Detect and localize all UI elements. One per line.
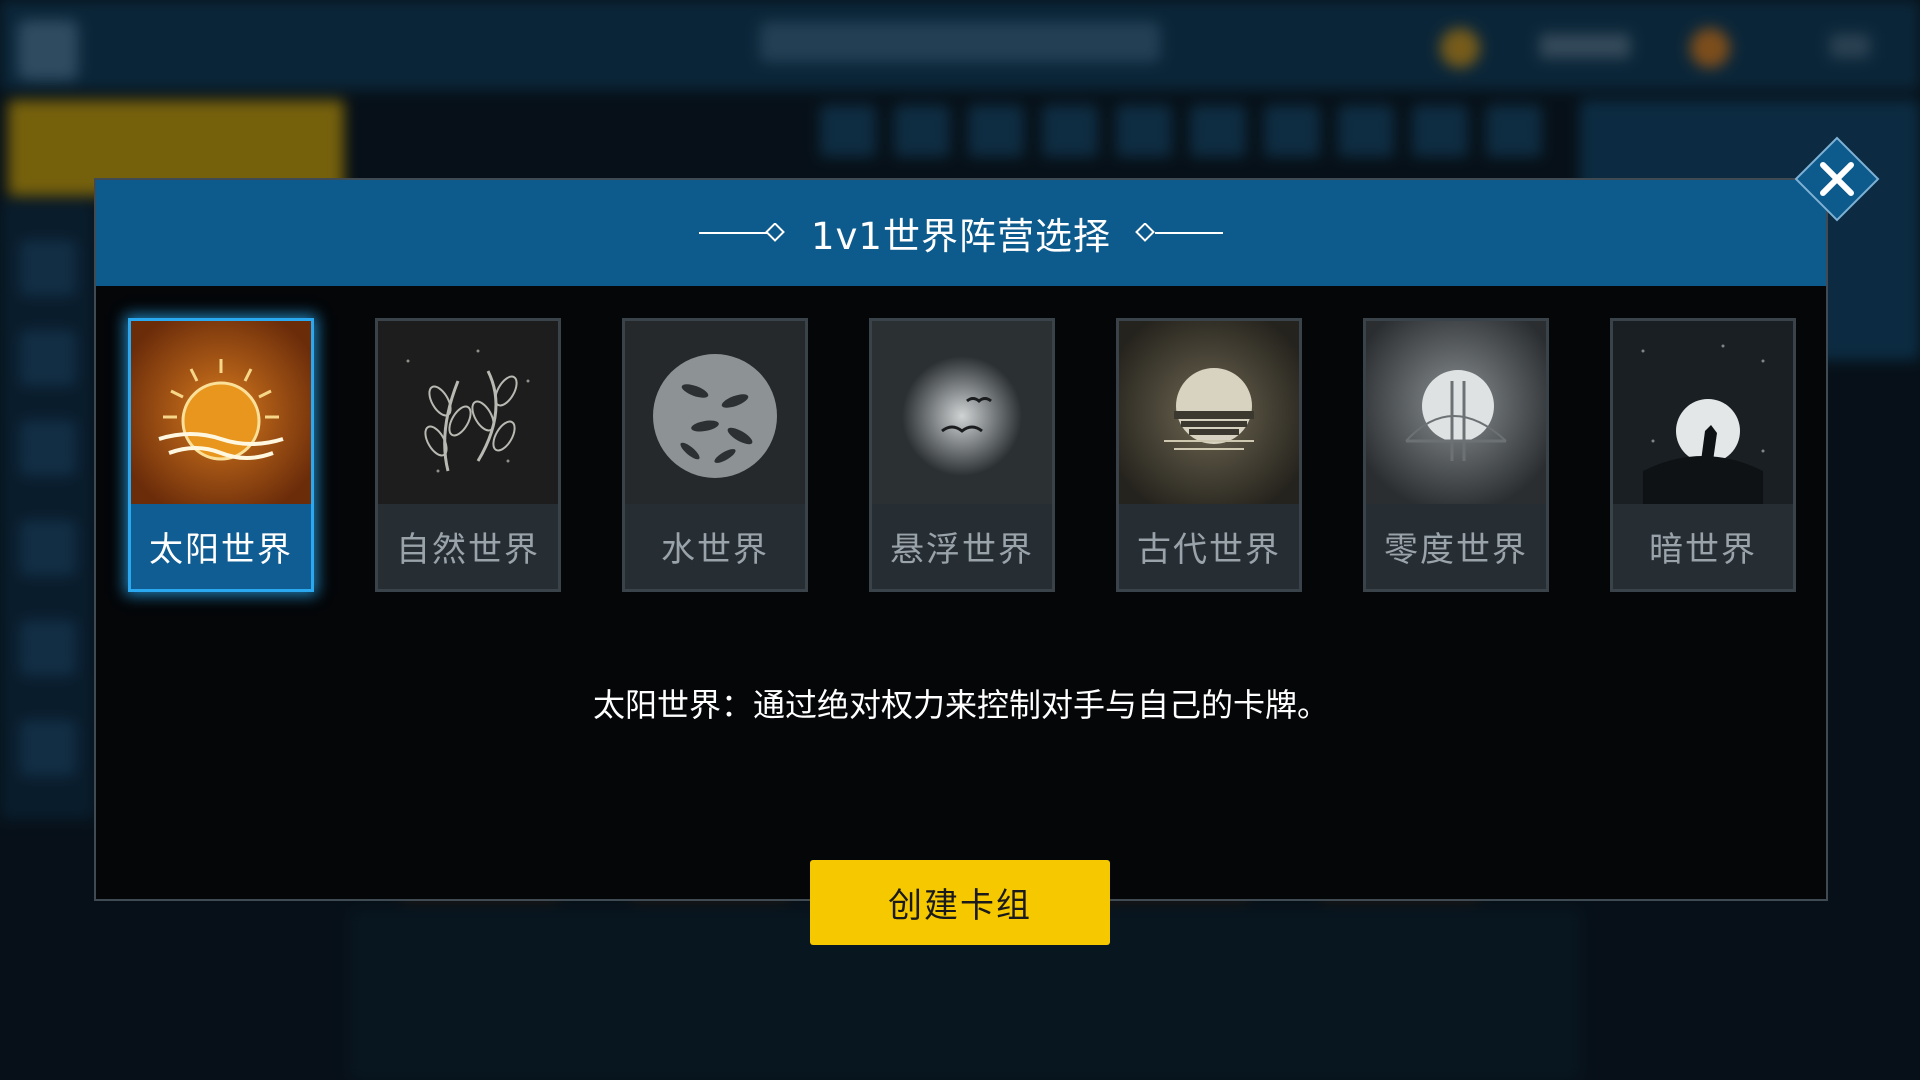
- title-ornament-left-icon: [699, 223, 789, 243]
- faction-description: 太阳世界：通过绝对权力来控制对手与自己的卡牌。: [592, 686, 1329, 724]
- faction-label: 自然世界: [378, 504, 558, 589]
- faction-label: 暗世界: [1613, 504, 1793, 589]
- faction-card-nature[interactable]: 自然世界: [375, 318, 561, 592]
- dialog-title-row: 1v1世界阵营选择: [96, 180, 1826, 286]
- faction-card-sun[interactable]: 太阳世界: [128, 318, 314, 592]
- faction-card-floating[interactable]: 悬浮世界: [869, 318, 1055, 592]
- create-deck-button[interactable]: 创建卡组: [810, 860, 1110, 945]
- faction-select-dialog: 1v1世界阵营选择 太阳世界 自然世界 水世界 悬浮世界 古代世界 零度世界 暗…: [94, 178, 1828, 901]
- faction-label: 悬浮世界: [872, 504, 1052, 589]
- birds-icon: [872, 321, 1052, 504]
- title-ornament-right-icon: [1133, 223, 1223, 243]
- faction-card-zero[interactable]: 零度世界: [1363, 318, 1549, 592]
- sun-icon: [131, 321, 311, 504]
- temple-icon: [1119, 321, 1299, 504]
- wolf-moon-icon: [1613, 321, 1793, 504]
- leaves-icon: [378, 321, 558, 504]
- faction-label: 水世界: [625, 504, 805, 589]
- dialog-title: 1v1世界阵营选择: [811, 215, 1111, 258]
- faction-label: 古代世界: [1119, 504, 1299, 589]
- faction-card-water[interactable]: 水世界: [622, 318, 808, 592]
- faction-label: 零度世界: [1366, 504, 1546, 589]
- faction-label: 太阳世界: [131, 504, 311, 589]
- bridge-moon-icon: [1366, 321, 1546, 504]
- close-icon: [1820, 162, 1854, 196]
- close-button[interactable]: [1793, 135, 1881, 223]
- faction-card-ancient[interactable]: 古代世界: [1116, 318, 1302, 592]
- fish-icon: [625, 321, 805, 504]
- faction-card-dark[interactable]: 暗世界: [1610, 318, 1796, 592]
